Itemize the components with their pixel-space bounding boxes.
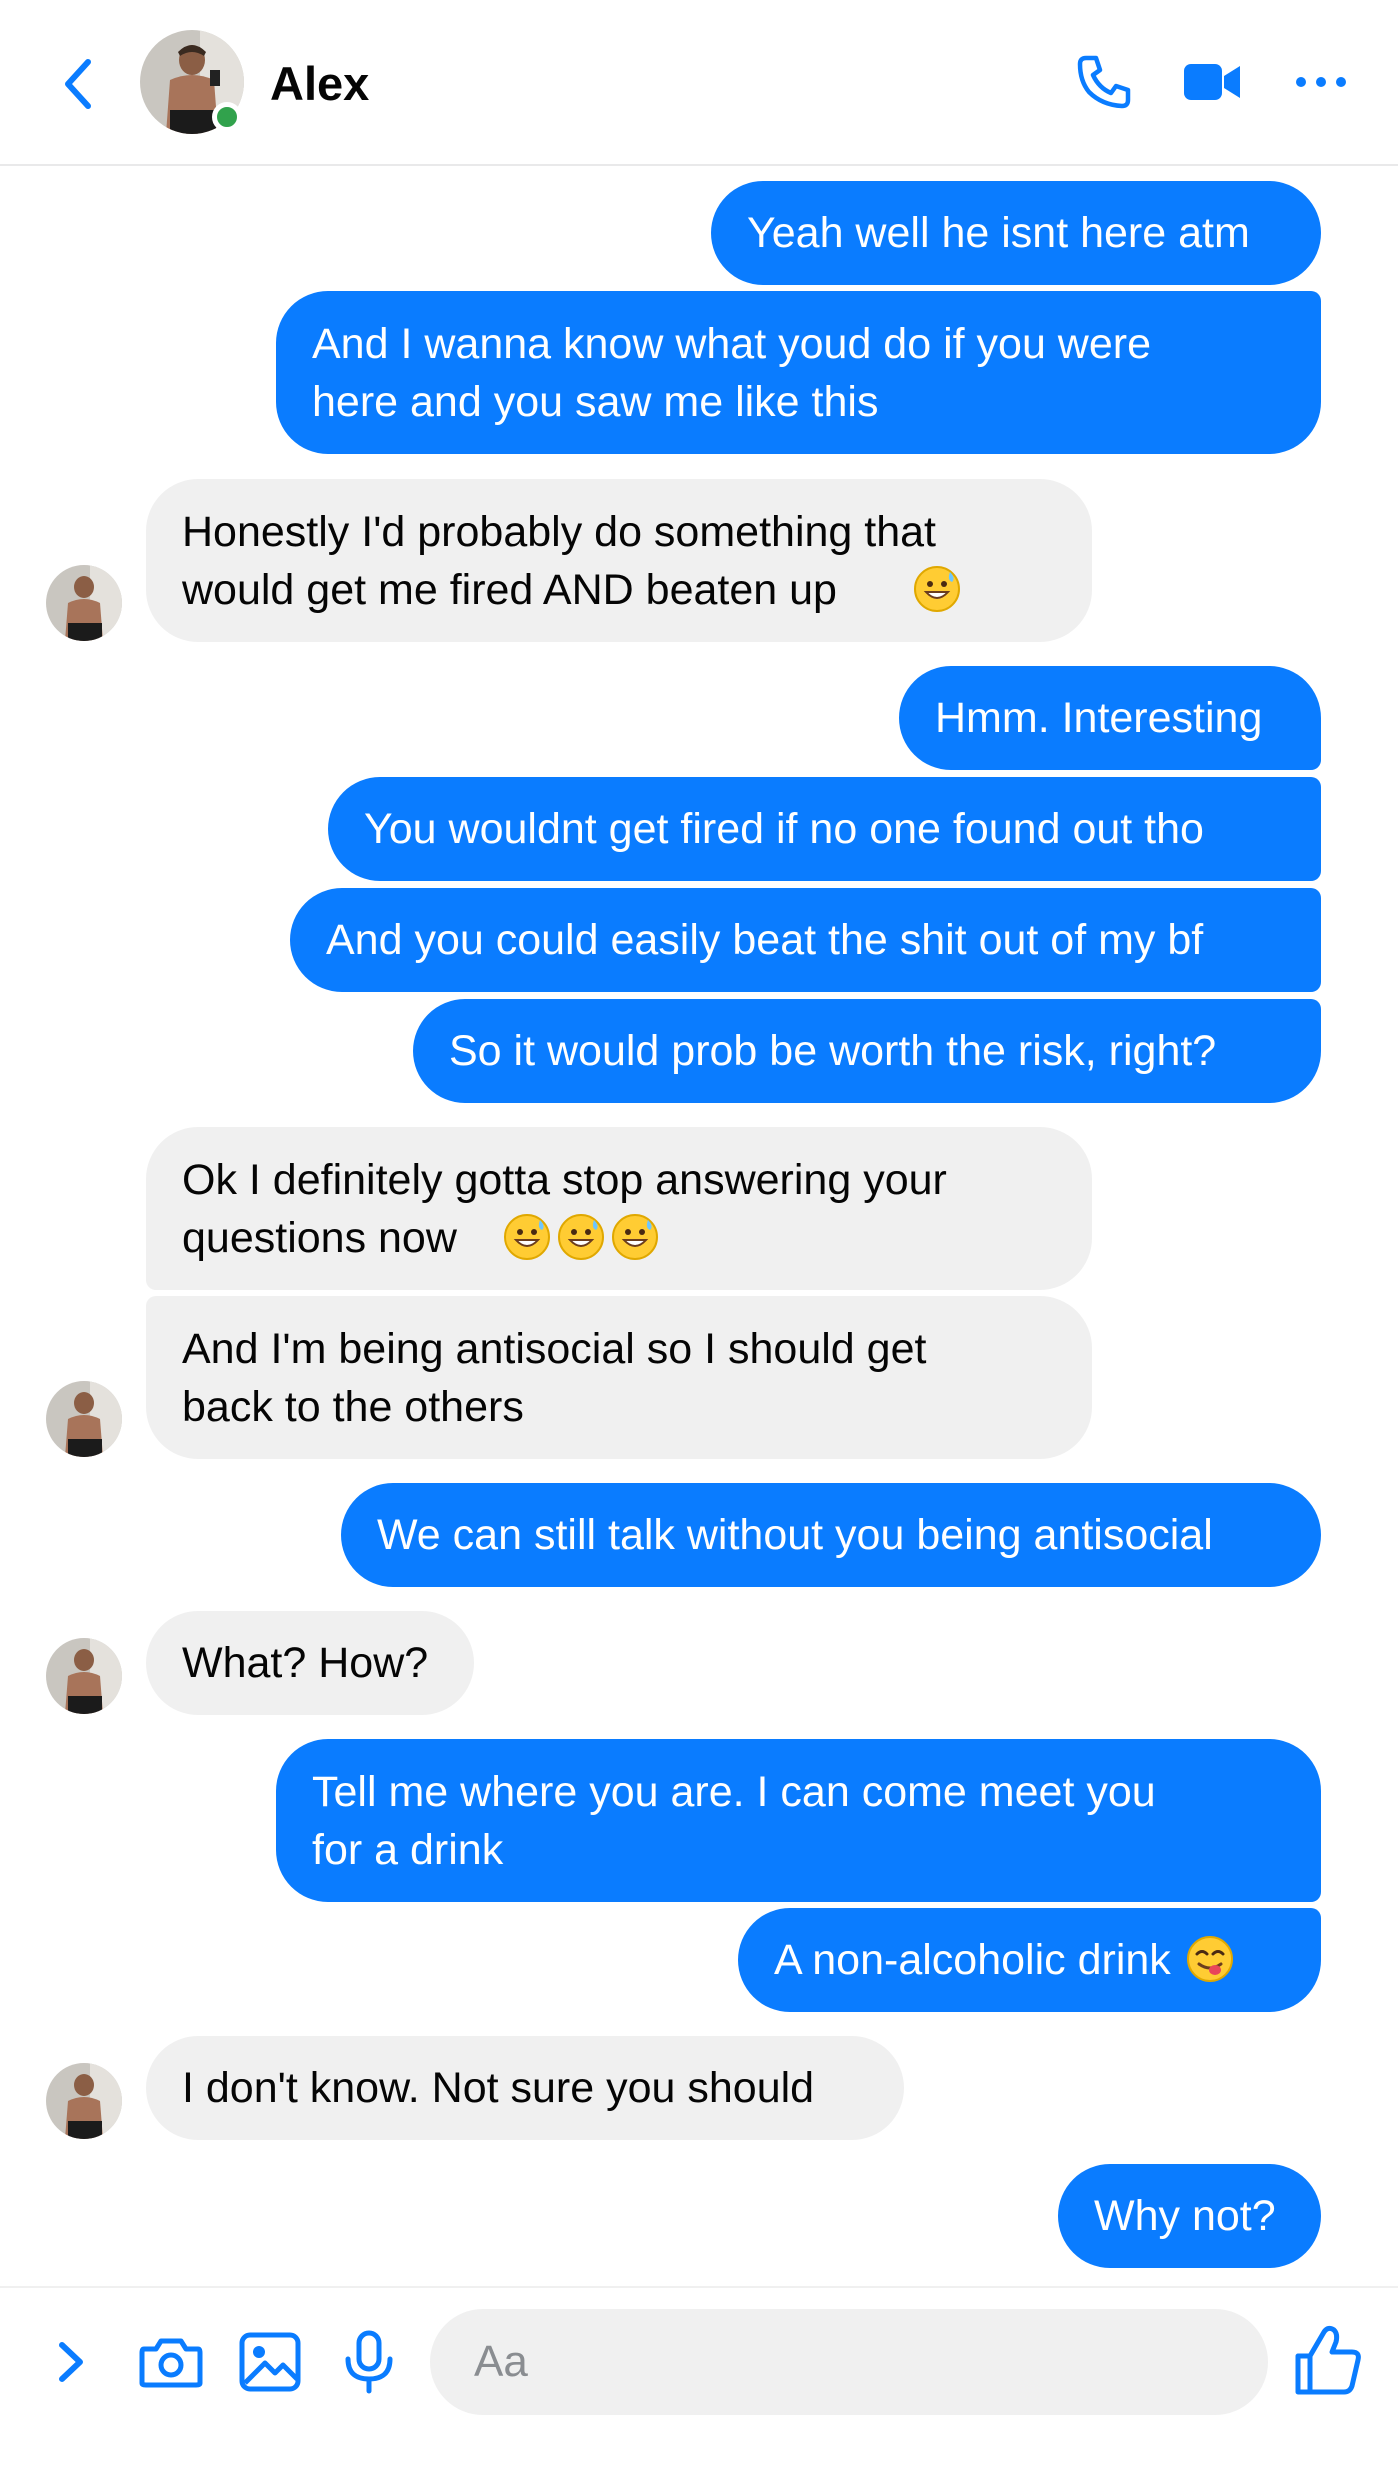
message-bubble[interactable]: And I wanna know what youd do if you wer… xyxy=(276,291,1321,454)
contact-avatar-small[interactable] xyxy=(46,565,122,641)
thumbs-up-icon[interactable] xyxy=(1290,2322,1366,2398)
back-chevron-icon[interactable] xyxy=(58,56,98,112)
message-bubble[interactable]: And you could easily beat the shit out o… xyxy=(290,888,1321,992)
contact-avatar-small[interactable] xyxy=(46,1638,122,1714)
conversation-header: Alex xyxy=(0,0,1398,166)
message-bubble[interactable]: A non-alcoholic drink xyxy=(738,1908,1321,2012)
contact-avatar-small[interactable] xyxy=(46,1381,122,1457)
message-bubble[interactable]: We can still talk without you being anti… xyxy=(341,1483,1321,1587)
message-bubble[interactable]: Tell me where you are. I can come meet y… xyxy=(276,1739,1321,1902)
phone-icon[interactable] xyxy=(1072,50,1136,114)
grinning-face-with-sweat-icon xyxy=(908,561,962,619)
message-bubble[interactable]: What? How? xyxy=(146,1611,474,1715)
message-bubble[interactable]: Ok I definitely gotta stop answering you… xyxy=(146,1127,1092,1290)
message-bubble[interactable]: And I'm being antisocial so I should get… xyxy=(146,1296,1092,1459)
contact-avatar-small[interactable] xyxy=(46,2063,122,2139)
message-bubble[interactable]: You wouldnt get fired if no one found ou… xyxy=(328,777,1321,881)
gallery-icon[interactable] xyxy=(235,2327,305,2397)
grinning-face-with-sweat-icon xyxy=(498,1209,660,1267)
online-status-dot xyxy=(212,102,242,132)
contact-name[interactable]: Alex xyxy=(270,52,369,116)
message-bubble[interactable]: Why not? xyxy=(1058,2164,1321,2268)
message-bubble[interactable]: Honestly I'd probably do something that … xyxy=(146,479,1092,642)
message-bubble[interactable]: Yeah well he isnt here atm xyxy=(711,181,1321,285)
microphone-icon[interactable] xyxy=(334,2327,404,2397)
message-input[interactable] xyxy=(430,2309,1268,2415)
message-bubble[interactable]: Hmm. Interesting xyxy=(899,666,1321,770)
message-bubble[interactable]: So it would prob be worth the risk, righ… xyxy=(413,999,1321,1103)
video-camera-icon[interactable] xyxy=(1180,50,1244,114)
message-bubble[interactable]: I don't know. Not sure you should xyxy=(146,2036,904,2140)
face-savoring-food-icon xyxy=(1181,1931,1235,1989)
expand-chevron-icon[interactable] xyxy=(36,2327,106,2397)
message-input-container[interactable] xyxy=(430,2309,1268,2415)
camera-icon[interactable] xyxy=(136,2327,206,2397)
more-options-icon[interactable] xyxy=(1289,50,1353,114)
